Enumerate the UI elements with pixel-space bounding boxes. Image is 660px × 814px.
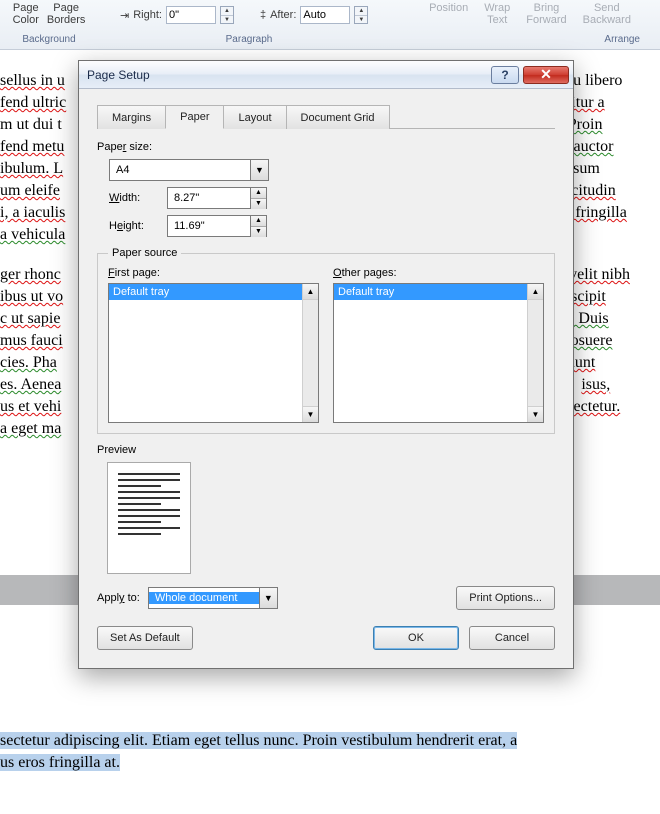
height-spinbox[interactable]: 11.69" ▲▼ [167, 215, 267, 237]
apply-to-label: Apply to: [97, 592, 140, 604]
apply-to-combo[interactable]: Whole document ▼ [148, 587, 278, 609]
scrollbar[interactable]: ▲ ▼ [527, 284, 543, 422]
paragraph-group-label: Paragraph [226, 34, 273, 47]
spin-down-icon[interactable]: ▼ [251, 199, 266, 209]
scrollbar[interactable]: ▲ ▼ [302, 284, 318, 422]
other-pages-selected[interactable]: Default tray [334, 284, 543, 300]
help-icon: ? [501, 68, 508, 82]
chevron-down-icon: ▼ [259, 588, 277, 608]
help-button[interactable]: ? [491, 66, 519, 84]
titlebar[interactable]: Page Setup ? ✕ [79, 61, 573, 89]
tab-paper[interactable]: Paper [165, 105, 224, 129]
other-pages-listbox[interactable]: Default tray ▲ ▼ [333, 283, 544, 423]
page-borders-label: Page Borders [47, 2, 86, 26]
ok-button[interactable]: OK [373, 626, 459, 650]
width-label: Width: [109, 192, 159, 204]
print-options-button[interactable]: Print Options... [456, 586, 555, 610]
arrow-right-icon: ⇥ [120, 9, 129, 22]
spacing-after-spinner[interactable]: ▲▼ [354, 6, 368, 24]
close-icon: ✕ [540, 66, 552, 83]
preview-thumbnail [107, 462, 191, 574]
dialog-title: Page Setup [87, 68, 150, 82]
set-as-default-button[interactable]: Set As Default [97, 626, 193, 650]
page-borders-button[interactable]: Page Borders [43, 2, 90, 26]
indent-right-input[interactable] [166, 6, 216, 24]
page-color-button[interactable]: Page Color [9, 2, 43, 26]
send-backward-button: Send Backward [579, 2, 635, 26]
spin-up-icon[interactable]: ▲ [251, 188, 266, 199]
bring-forward-button: Bring Forward [522, 2, 570, 26]
width-value: 8.27" [168, 192, 250, 204]
document-background-bottom: sectetur adipiscing elit. Etiam eget tel… [0, 730, 660, 774]
paper-source-legend: Paper source [108, 247, 181, 259]
page-color-label: Page Color [13, 2, 39, 26]
scroll-up-icon[interactable]: ▲ [528, 284, 543, 300]
wrap-text-button: Wrap Text [480, 2, 514, 26]
scroll-down-icon[interactable]: ▼ [528, 406, 543, 422]
first-page-selected[interactable]: Default tray [109, 284, 318, 300]
position-button: Position [425, 2, 472, 26]
page-setup-dialog: Page Setup ? ✕ Margins Paper Layout Docu… [78, 60, 574, 669]
close-button[interactable]: ✕ [523, 66, 569, 84]
height-value: 11.69" [168, 220, 250, 232]
first-page-listbox[interactable]: Default tray ▲ ▼ [108, 283, 319, 423]
indent-right-label: Right: [133, 9, 162, 21]
spin-down-icon[interactable]: ▼ [251, 227, 266, 237]
height-label: Height: [109, 220, 159, 232]
tab-layout[interactable]: Layout [223, 105, 286, 129]
apply-to-value: Whole document [149, 592, 259, 604]
scroll-up-icon[interactable]: ▲ [303, 284, 318, 300]
preview-label: Preview [97, 444, 555, 456]
first-page-label: First page: [108, 267, 319, 279]
spin-up-icon[interactable]: ▲ [251, 216, 266, 227]
paper-size-value: A4 [110, 164, 250, 176]
tab-strip: Margins Paper Layout Document Grid [97, 103, 555, 129]
indent-right-spinner[interactable]: ▲▼ [220, 6, 234, 24]
paper-size-combo[interactable]: A4 ▼ [109, 159, 269, 181]
spacing-icon: ‡ [260, 9, 266, 21]
chevron-down-icon: ▼ [250, 160, 268, 180]
spacing-after-input[interactable] [300, 6, 350, 24]
scroll-down-icon[interactable]: ▼ [303, 406, 318, 422]
paper-size-label: Paper size: [97, 141, 555, 153]
background-group-label: Background [22, 34, 75, 47]
arrange-group-label: Arrange [604, 34, 640, 47]
spacing-after-label: After: [270, 9, 296, 21]
tab-document-grid[interactable]: Document Grid [286, 105, 390, 129]
other-pages-label: Other pages: [333, 267, 544, 279]
tab-margins[interactable]: Margins [97, 105, 166, 129]
paper-source-group: Paper source First page: Default tray ▲ … [97, 247, 555, 434]
ribbon: Page Color Page Borders Background ⇥ Rig… [0, 0, 660, 50]
width-spinbox[interactable]: 8.27" ▲▼ [167, 187, 267, 209]
cancel-button[interactable]: Cancel [469, 626, 555, 650]
